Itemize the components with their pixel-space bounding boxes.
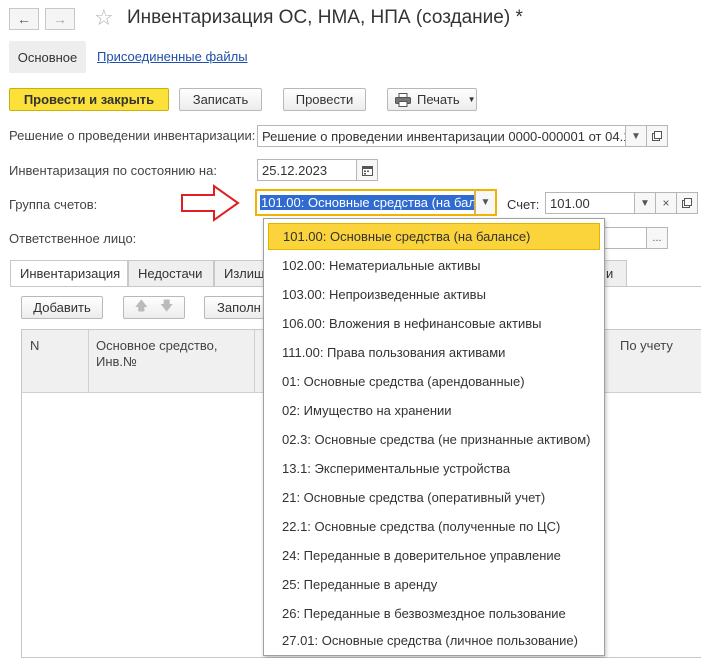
dropdown-item[interactable]: 01: Основные средства (арендованные) (268, 368, 600, 395)
decision-open-button[interactable] (646, 125, 668, 147)
column-separator (88, 330, 89, 392)
open-link-icon (652, 131, 662, 141)
ellipsis-icon: ... (652, 232, 662, 244)
column-asset-line2: Инв.№ (96, 354, 137, 369)
open-link-icon (682, 198, 692, 208)
date-label: Инвентаризация по состоянию на: (9, 163, 217, 178)
calendar-button[interactable] (356, 159, 378, 181)
column-separator (254, 330, 255, 392)
dropdown-item[interactable]: 102.00: Нематериальные активы (268, 252, 600, 279)
dropdown-item[interactable]: 21: Основные средства (оперативный учет) (268, 484, 600, 511)
account-group-value: 101.00: Основные средства (на бала (260, 195, 474, 210)
caret-down-icon: ▼ (640, 197, 650, 209)
dropdown-item[interactable]: 26: Переданные в безвозмездное пользован… (268, 600, 600, 627)
print-button[interactable]: Печать ▼ (387, 88, 477, 111)
arrow-up-icon[interactable]: 🡅 (135, 297, 148, 319)
responsible-select-button[interactable]: ... (646, 227, 668, 249)
print-label: Печать (417, 92, 460, 107)
column-by-accounting[interactable]: По учету (620, 338, 673, 354)
tab-main[interactable]: Основное (9, 41, 86, 73)
tab-surpluses[interactable]: Излиш (214, 260, 264, 286)
column-asset-line1: Основное средство, (96, 338, 218, 353)
tab-other[interactable]: и (603, 260, 627, 286)
dropdown-item[interactable]: 02: Имущество на хранении (268, 397, 600, 424)
dropdown-item[interactable]: 103.00: Непроизведенные активы (268, 281, 600, 308)
account-group-dropdown-list[interactable]: 101.00: Основные средства (на балансе) 1… (263, 218, 605, 656)
responsible-field[interactable] (600, 227, 647, 249)
tab-inventory[interactable]: Инвентаризация (10, 260, 128, 287)
decision-label: Решение о проведении инвентаризации: (9, 128, 256, 143)
column-number[interactable]: N (30, 338, 39, 354)
caret-down-icon: ▼ (631, 130, 641, 142)
account-label: Счет: (507, 197, 540, 212)
dropdown-item[interactable]: 106.00: Вложения в нефинансовые активы (268, 310, 600, 337)
account-field[interactable]: 101.00 (545, 192, 635, 214)
dropdown-item[interactable]: 02.3: Основные средства (не признанные а… (268, 426, 600, 453)
dropdown-item[interactable]: 25: Переданные в аренду (268, 571, 600, 598)
move-buttons: 🡅 🡇 (123, 296, 185, 319)
decision-field[interactable]: Решение о проведении инвентаризации 0000… (257, 125, 626, 147)
responsible-label: Ответственное лицо: (9, 231, 137, 246)
close-icon: × (662, 196, 670, 210)
caret-down-icon: ▼ (467, 95, 476, 104)
account-clear-button[interactable]: × (655, 192, 677, 214)
window-title: Инвентаризация ОС, НМА, НПА (создание) * (127, 7, 523, 28)
decision-dropdown-button[interactable]: ▼ (625, 125, 647, 147)
post-and-close-button[interactable]: Провести и закрыть (9, 88, 169, 111)
post-button[interactable]: Провести (283, 88, 366, 111)
tab-attached-files[interactable]: Присоединенные файлы (97, 49, 248, 64)
printer-icon (395, 92, 411, 107)
dropdown-item[interactable]: 111.00: Права пользования активами (268, 339, 600, 366)
group-label: Группа счетов: (9, 197, 98, 212)
account-dropdown-button[interactable]: ▼ (634, 192, 656, 214)
arrow-down-icon[interactable]: 🡇 (160, 297, 173, 319)
date-field[interactable]: 25.12.2023 (257, 159, 357, 181)
tab-shortages[interactable]: Недостачи (128, 260, 214, 286)
arrow-left-icon: ← (17, 11, 31, 27)
arrow-right-icon: → (53, 11, 67, 27)
favorite-star-icon[interactable]: ☆ (94, 5, 114, 31)
dropdown-item[interactable]: 24: Переданные в доверительное управлени… (268, 542, 600, 569)
account-group-dropdown-button[interactable]: ▼ (475, 189, 497, 216)
account-group-field[interactable]: 101.00: Основные средства (на бала (255, 189, 476, 216)
back-button[interactable]: ← (9, 8, 39, 30)
dropdown-item[interactable]: 22.1: Основные средства (полученные по Ц… (268, 513, 600, 540)
caret-down-icon: ▼ (480, 197, 491, 208)
column-asset[interactable]: Основное средство, Инв.№ (96, 338, 218, 370)
add-row-button[interactable]: Добавить (21, 296, 103, 319)
dropdown-item[interactable]: 13.1: Экспериментальные устройства (268, 455, 600, 482)
account-open-button[interactable] (676, 192, 698, 214)
forward-button[interactable]: → (45, 8, 75, 30)
save-button[interactable]: Записать (179, 88, 262, 111)
dropdown-item[interactable]: 101.00: Основные средства (на балансе) (268, 223, 600, 250)
red-arrow-annotation (181, 184, 240, 222)
dropdown-item[interactable]: 27.01: Основные средства (личное пользов… (268, 627, 600, 654)
fill-button[interactable]: Заполн (204, 296, 264, 319)
calendar-icon (361, 165, 373, 176)
